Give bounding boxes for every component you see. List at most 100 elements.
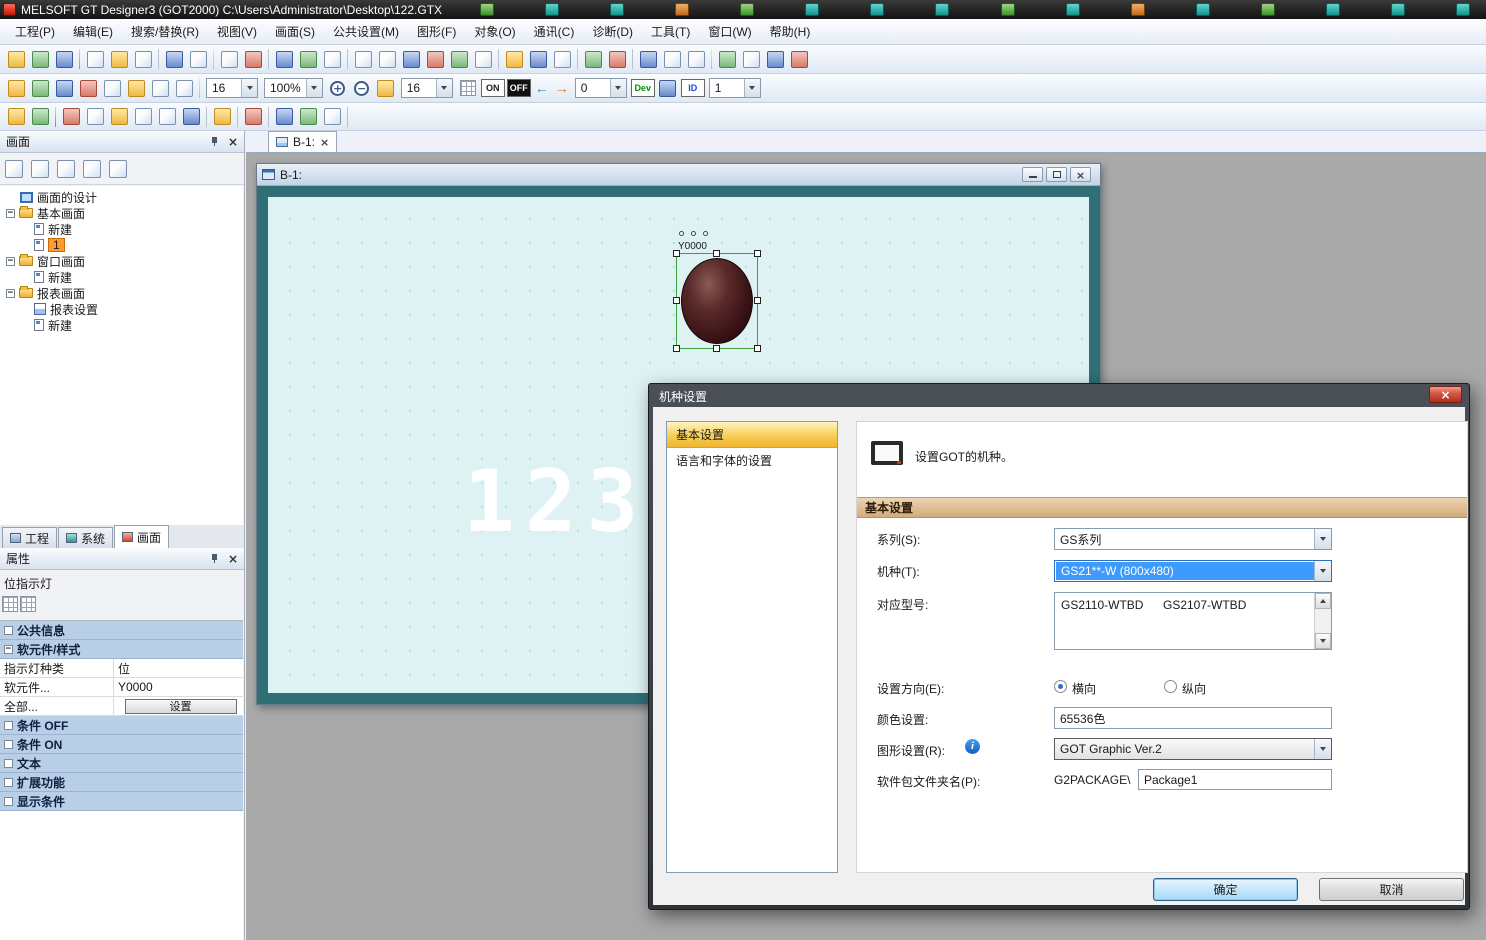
language-combo[interactable]: 1: [709, 78, 761, 98]
titlebar-tool-icon[interactable]: [1066, 3, 1080, 16]
section-device-style[interactable]: 软元件/样式: [0, 640, 243, 659]
menu-item[interactable]: 对象(O): [465, 19, 524, 44]
parts-list-icon[interactable]: [423, 47, 447, 71]
pin-icon[interactable]: [210, 553, 220, 564]
resize-handle[interactable]: [713, 345, 720, 352]
tab-close-icon[interactable]: [320, 135, 329, 149]
new-icon[interactable]: [4, 47, 28, 71]
object-move-icon[interactable]: [296, 105, 320, 129]
device-list-icon[interactable]: [351, 47, 375, 71]
help-icon[interactable]: [241, 47, 265, 71]
category-view-icon[interactable]: [2, 596, 18, 612]
titlebar-tool-icon[interactable]: [1391, 3, 1405, 16]
menu-item[interactable]: 图形(F): [408, 19, 465, 44]
lamp-object-selection[interactable]: Y0000: [676, 253, 758, 349]
undo-icon[interactable]: [162, 47, 186, 71]
label-list-icon[interactable]: [447, 47, 471, 71]
flip-v-icon[interactable]: [179, 105, 203, 129]
tree-item-base-screen-1[interactable]: 1: [0, 237, 243, 253]
simulator-icon[interactable]: [636, 47, 660, 71]
font-size-combo[interactable]: 16: [206, 78, 258, 98]
got-write-icon[interactable]: [502, 47, 526, 71]
listbox-scrollbar[interactable]: [1314, 593, 1331, 649]
grid-toggle-icon[interactable]: [456, 76, 480, 100]
edit-vertex-icon[interactable]: [210, 105, 234, 129]
orientation-horizontal-radio[interactable]: [1054, 680, 1067, 693]
paste-icon[interactable]: [131, 47, 155, 71]
property-value[interactable]: Y0000: [114, 678, 243, 696]
device-display-button[interactable]: Dev: [631, 79, 655, 97]
titlebar-tool-icon[interactable]: [1261, 3, 1275, 16]
dropdown-arrow-icon[interactable]: [610, 79, 626, 97]
screen-color-icon[interactable]: [148, 76, 172, 100]
close-button[interactable]: [1070, 167, 1091, 182]
menu-item[interactable]: 通讯(C): [525, 19, 584, 44]
align-top-icon[interactable]: [59, 105, 83, 129]
titlebar-tool-icon[interactable]: [740, 3, 754, 16]
titlebar-tool-icon[interactable]: [1196, 3, 1210, 16]
data-transfer-icon[interactable]: [660, 47, 684, 71]
titlebar-tool-icon[interactable]: [1131, 3, 1145, 16]
titlebar-tool-icon[interactable]: [935, 3, 949, 16]
property-row-device[interactable]: 软元件... Y0000: [0, 678, 243, 697]
ok-button[interactable]: 确定: [1153, 878, 1298, 901]
document-tab-b1[interactable]: B-1:: [268, 131, 337, 152]
system-config-icon[interactable]: [684, 47, 708, 71]
expand-icon[interactable]: [4, 626, 13, 635]
resize-handle[interactable]: [673, 250, 680, 257]
screen-new-icon[interactable]: [2, 157, 26, 181]
report-screen-new-icon[interactable]: [320, 47, 344, 71]
screen-window-titlebar[interactable]: B-1:: [257, 164, 1100, 186]
expand-icon[interactable]: [4, 797, 13, 806]
dropdown-arrow-icon[interactable]: [744, 79, 760, 97]
list-view-icon[interactable]: [20, 596, 36, 612]
data-view-icon[interactable]: [399, 47, 423, 71]
titlebar-tool-icon[interactable]: [870, 3, 884, 16]
dialog-close-button[interactable]: [1429, 386, 1462, 403]
nav-item-language-font[interactable]: 语言和字体的设置: [667, 448, 837, 474]
compatible-models-listbox[interactable]: GS2110-WTBD GS2107-WTBD: [1054, 592, 1332, 650]
menu-item[interactable]: 窗口(W): [699, 19, 760, 44]
resize-handle[interactable]: [673, 297, 680, 304]
menu-item[interactable]: 画面(S): [266, 19, 324, 44]
open-icon[interactable]: [28, 47, 52, 71]
device-off-button[interactable]: OFF: [507, 79, 531, 97]
expand-icon[interactable]: [4, 778, 13, 787]
section-display-condition[interactable]: 显示条件: [0, 792, 243, 811]
titlebar-tool-icon[interactable]: [1001, 3, 1015, 16]
cut-icon[interactable]: [83, 47, 107, 71]
scroll-up-icon[interactable]: [1315, 593, 1331, 609]
collapse-icon[interactable]: [4, 645, 13, 654]
base-screen-dropdown-icon[interactable]: [4, 76, 28, 100]
dropdown-arrow-icon[interactable]: [306, 79, 322, 97]
collapse-icon[interactable]: [6, 209, 15, 218]
flip-h-icon[interactable]: [155, 105, 179, 129]
pin-icon[interactable]: [210, 136, 220, 147]
dropdown-arrow-icon[interactable]: [1314, 739, 1331, 759]
tree-item-window-new[interactable]: 新建: [0, 269, 243, 285]
dropdown-arrow-icon[interactable]: [1314, 561, 1331, 581]
select-icon[interactable]: [217, 47, 241, 71]
restore-button[interactable]: [1046, 167, 1067, 182]
got-read-icon[interactable]: [526, 47, 550, 71]
collapse-icon[interactable]: [6, 257, 15, 266]
doc-generator-icon[interactable]: [715, 47, 739, 71]
window-screen-new-icon[interactable]: [296, 47, 320, 71]
menu-item[interactable]: 工程(P): [6, 19, 64, 44]
minimize-button[interactable]: [1022, 167, 1043, 182]
device-number-icon[interactable]: [656, 76, 680, 100]
tree-item-base-new[interactable]: 新建: [0, 221, 243, 237]
bit-lamp-object[interactable]: [681, 258, 753, 344]
nav-item-basic-settings[interactable]: 基本设置: [667, 422, 837, 448]
overlay-icon[interactable]: [320, 105, 344, 129]
tab-screen[interactable]: 画面: [114, 525, 169, 548]
redo-icon[interactable]: [186, 47, 210, 71]
cancel-button[interactable]: 取消: [1319, 878, 1464, 901]
resize-handle[interactable]: [754, 345, 761, 352]
color-setting-field[interactable]: 65536色: [1054, 707, 1332, 729]
expand-icon[interactable]: [4, 759, 13, 768]
dropdown-arrow-icon[interactable]: [1314, 529, 1331, 549]
dropdown-arrow-icon[interactable]: [241, 79, 257, 97]
menu-item[interactable]: 诊断(D): [583, 19, 642, 44]
screen-property-icon[interactable]: [80, 157, 104, 181]
